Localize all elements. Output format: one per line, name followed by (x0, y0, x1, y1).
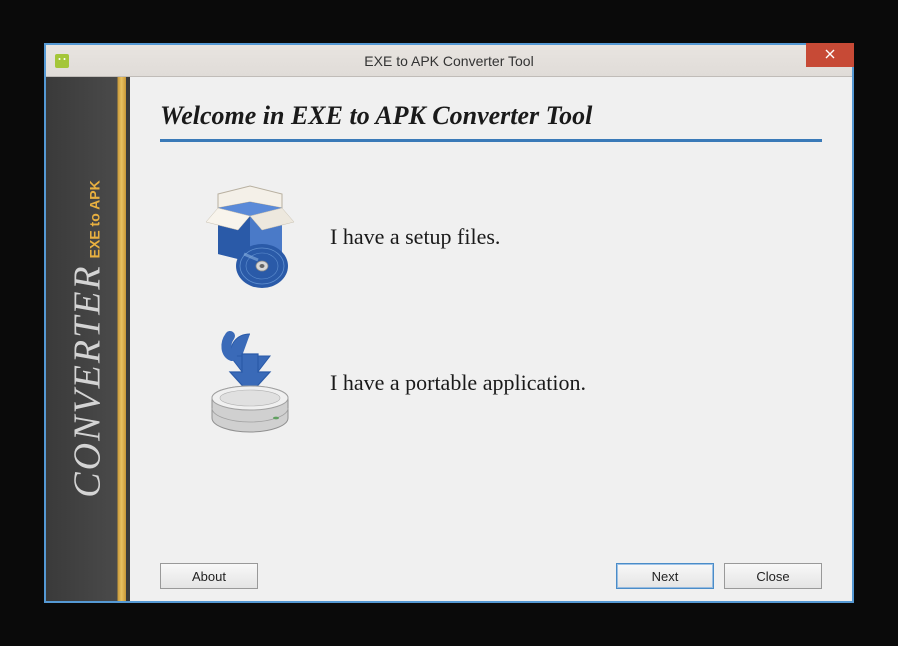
download-drive-icon (200, 328, 300, 438)
spacer (268, 563, 606, 589)
window-body: CONVERTER EXE to APK Welcome in EXE to A… (46, 77, 852, 601)
button-bar: About Next Close (160, 553, 822, 589)
option-setup-label: I have a setup files. (330, 224, 500, 250)
sidebar-branding: CONVERTER EXE to APK (66, 180, 110, 497)
window-chrome: EXE to APK Converter Tool CONVERTER EXE … (44, 43, 854, 603)
next-button[interactable]: Next (616, 563, 714, 589)
about-button[interactable]: About (160, 563, 258, 589)
window-title: EXE to APK Converter Tool (364, 53, 533, 69)
option-portable-app[interactable]: I have a portable application. (200, 328, 822, 438)
app-icon (54, 53, 70, 69)
close-icon (825, 48, 835, 62)
page-heading: Welcome in EXE to APK Converter Tool (160, 101, 822, 142)
option-portable-label: I have a portable application. (330, 370, 586, 396)
window-close-button[interactable] (806, 43, 854, 67)
sidebar-line-exe: EXE to APK (87, 180, 103, 258)
sidebar-line-converter: CONVERTER (66, 264, 110, 497)
window: EXE to APK Converter Tool CONVERTER EXE … (46, 45, 852, 601)
main-panel: Welcome in EXE to APK Converter Tool (130, 77, 852, 601)
option-list: I have a setup files. (160, 182, 822, 553)
sidebar: CONVERTER EXE to APK (46, 77, 130, 601)
close-button[interactable]: Close (724, 563, 822, 589)
option-setup-files[interactable]: I have a setup files. (200, 182, 822, 292)
setup-box-icon (200, 182, 300, 292)
titlebar[interactable]: EXE to APK Converter Tool (46, 45, 852, 77)
